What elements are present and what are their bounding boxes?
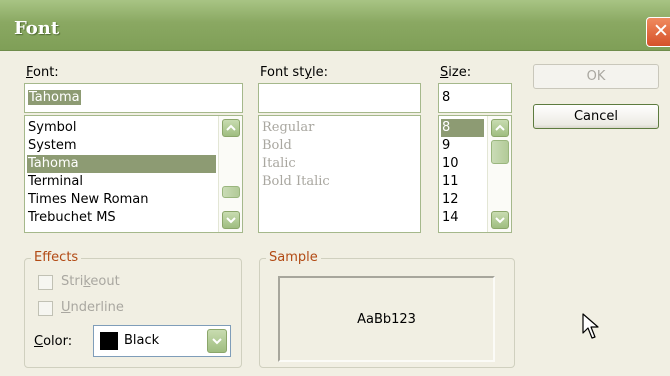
font-style-list[interactable]: Regular Bold Italic Bold Italic [258,115,421,233]
list-item-selected[interactable]: Tahoma [27,155,216,173]
color-value: Black [124,333,160,348]
font-dialog: Font ✕ Font: Tahoma Symbol System Tahoma… [0,0,670,376]
list-item[interactable]: System [28,137,76,155]
scroll-down-icon [495,217,505,224]
strikeout-label: Strikeout [61,274,120,289]
sample-title: Sample [266,250,321,266]
close-icon: ✕ [653,20,669,42]
list-item: Italic [262,156,296,171]
scroll-up-button[interactable] [222,119,240,137]
font-name-input[interactable]: Tahoma [24,83,243,113]
list-item: Bold [262,138,292,153]
scroll-up-button[interactable] [491,119,509,137]
size-value: 8 [442,90,451,105]
font-name-value: Tahoma [28,90,81,105]
size-label: Size: [440,65,472,80]
cancel-button[interactable]: Cancel [533,104,659,129]
color-label: Color: [34,334,73,349]
sample-text: AaBb123 [357,312,416,327]
ok-button[interactable]: OK [533,64,659,89]
scroll-down-button[interactable] [491,211,509,229]
color-select[interactable]: Black [93,325,231,357]
strikeout-checkbox[interactable] [38,275,53,290]
list-item[interactable]: Terminal [28,173,83,191]
underline-label: Underline [61,300,124,315]
list-item[interactable]: Trebuchet MS [28,209,116,227]
underline-checkbox[interactable] [38,301,53,316]
color-dropdown-button[interactable] [207,329,227,353]
list-item[interactable]: 12 [442,191,459,209]
title-bar[interactable]: Font ✕ [0,0,670,51]
scroll-thumb[interactable] [222,186,240,198]
list-item[interactable]: 11 [442,173,459,191]
font-list[interactable]: Symbol System Tahoma Terminal Times New … [24,115,243,233]
mouse-cursor-icon [582,313,599,339]
scroll-up-icon [226,124,236,131]
font-style-input[interactable] [258,83,421,113]
size-input[interactable]: 8 [438,83,512,113]
font-label: Font: [26,65,59,80]
list-item: Regular [262,120,315,135]
color-swatch [100,332,118,350]
sample-preview: AaBb123 [278,276,495,362]
size-list[interactable]: 8 9 10 11 12 14 [438,115,512,233]
list-item[interactable]: 14 [442,209,459,227]
list-item[interactable]: Times New Roman [28,191,148,209]
list-item[interactable]: 10 [442,155,459,173]
scroll-up-icon [495,124,505,131]
list-item-selected[interactable]: 8 [441,119,484,137]
effects-title: Effects [31,250,82,266]
scroll-down-button[interactable] [222,211,240,229]
window-title: Font [14,18,60,39]
close-button[interactable]: ✕ [646,17,670,47]
list-item[interactable]: 9 [442,137,450,155]
list-item[interactable]: Symbol [28,119,76,137]
list-item: Bold Italic [262,174,330,189]
font-list-scrollbar[interactable] [218,116,242,232]
scroll-down-icon [226,217,236,224]
dropdown-arrow-icon [212,338,222,345]
scroll-thumb[interactable] [491,140,509,164]
font-style-label: Font style: [260,65,329,80]
size-list-scrollbar[interactable] [487,116,511,232]
